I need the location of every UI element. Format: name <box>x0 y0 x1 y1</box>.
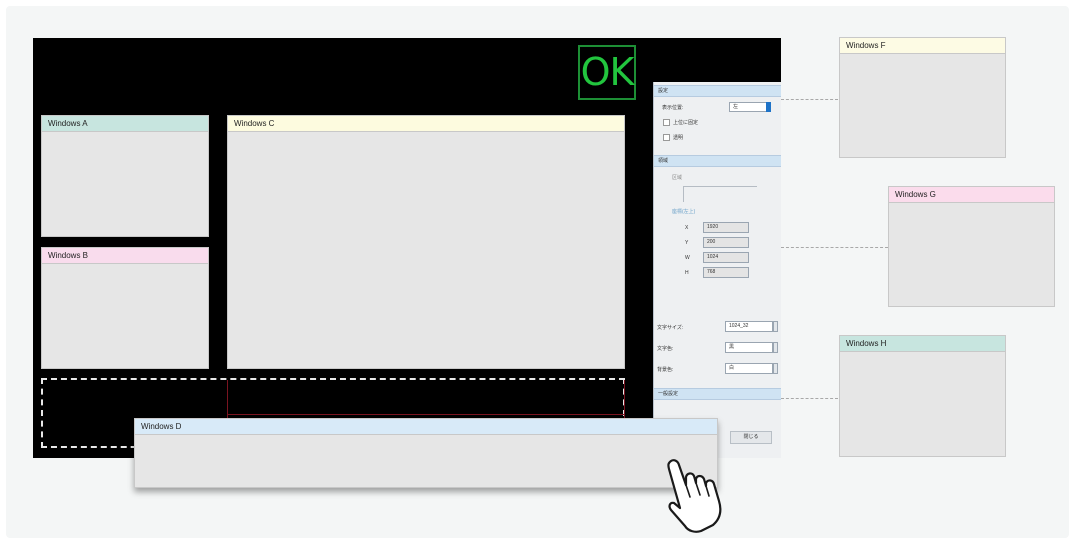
pin-top-label: 上位に固定 <box>673 120 699 126</box>
font-color-label: 文字色: <box>657 346 674 352</box>
bg-color-input[interactable]: 白 <box>725 363 773 374</box>
hand-pointer-icon <box>667 459 722 533</box>
section-general[interactable]: 一般設定 <box>654 388 781 400</box>
section-settings[interactable]: 設定 <box>654 85 781 97</box>
font-size-label: 文字サイズ: <box>657 325 684 331</box>
display-position-label: 表示位置: <box>662 105 684 111</box>
window-a-title[interactable]: Windows A <box>42 116 208 132</box>
window-d-title[interactable]: Windows D <box>135 419 717 435</box>
bg-color-spinner[interactable] <box>773 363 778 374</box>
display-position-select[interactable]: 左 <box>729 102 767 112</box>
window-f[interactable]: Windows F <box>839 37 1006 158</box>
connector-line <box>781 247 888 248</box>
ok-badge[interactable]: OK <box>578 45 636 100</box>
window-c[interactable]: Windows C <box>227 115 625 369</box>
dropdown-arrow-icon[interactable] <box>766 102 771 112</box>
x-label: X <box>685 225 689 231</box>
settings-panel: 設定 表示位置: 左 上位に固定 透明 領域 区域 座標(左上) X 1920 … <box>653 82 781 458</box>
window-a[interactable]: Windows A <box>41 115 209 237</box>
window-h-title[interactable]: Windows H <box>840 336 1005 352</box>
connector-line <box>781 398 838 399</box>
y-input[interactable]: 200 <box>703 237 749 248</box>
connector-line <box>781 99 838 100</box>
coords-label: 座標(左上) <box>672 209 696 215</box>
w-input[interactable]: 1024 <box>703 252 749 263</box>
snap-guide-line <box>227 414 625 415</box>
bg-color-label: 背景色: <box>657 367 674 373</box>
font-size-input[interactable]: 1024_32 <box>725 321 773 332</box>
window-c-title[interactable]: Windows C <box>228 116 624 132</box>
h-input[interactable]: 768 <box>703 267 749 278</box>
window-f-title[interactable]: Windows F <box>840 38 1005 54</box>
transparent-label: 透明 <box>673 135 684 141</box>
w-label: W <box>685 255 690 261</box>
window-b-title[interactable]: Windows B <box>42 248 208 264</box>
pin-top-checkbox[interactable] <box>663 119 670 126</box>
window-d[interactable]: Windows D <box>134 418 718 488</box>
close-button[interactable]: 閉じる <box>730 431 772 444</box>
window-g-title[interactable]: Windows G <box>889 187 1054 203</box>
h-label: H <box>685 270 689 276</box>
group-frame <box>683 186 757 202</box>
font-size-spinner[interactable] <box>773 321 778 332</box>
font-color-input[interactable]: 黒 <box>725 342 773 353</box>
font-color-spinner[interactable] <box>773 342 778 353</box>
y-label: Y <box>685 240 689 246</box>
window-g[interactable]: Windows G <box>888 186 1055 307</box>
group-label: 区域 <box>672 175 683 181</box>
window-h[interactable]: Windows H <box>839 335 1006 457</box>
section-area[interactable]: 領域 <box>654 155 781 167</box>
transparent-checkbox[interactable] <box>663 134 670 141</box>
window-b[interactable]: Windows B <box>41 247 209 369</box>
x-input[interactable]: 1920 <box>703 222 749 233</box>
